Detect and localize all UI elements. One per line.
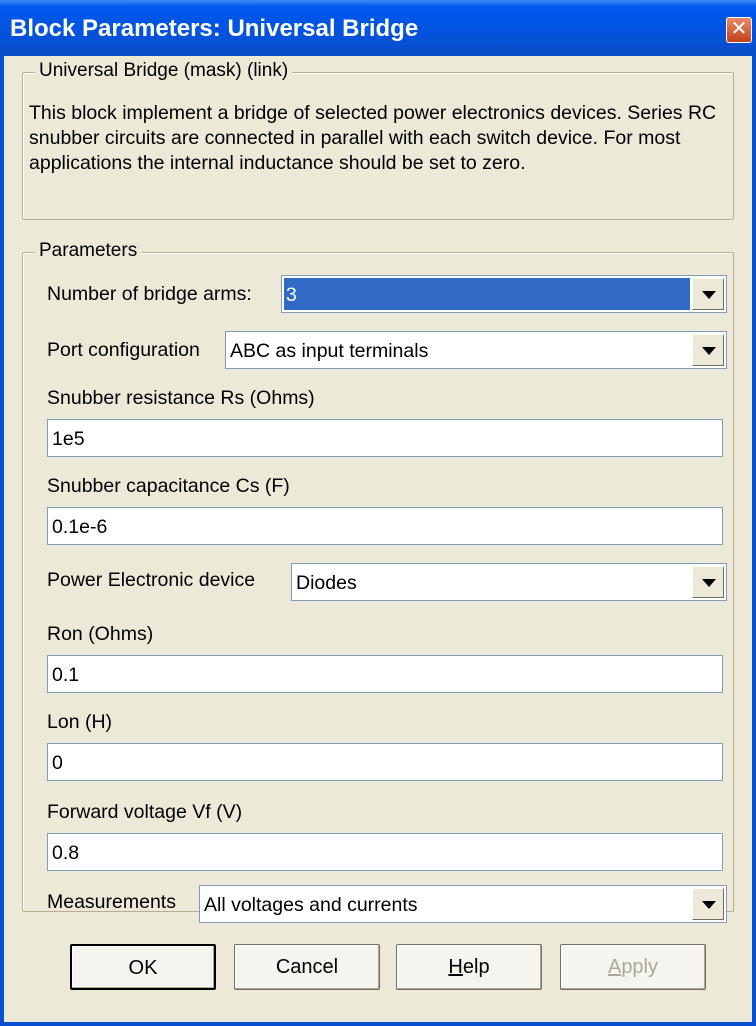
chevron-down-icon[interactable] bbox=[692, 566, 724, 598]
device-label: Power Electronic device bbox=[47, 569, 256, 591]
apply-mnemonic: A bbox=[607, 956, 622, 978]
forward-voltage-input[interactable]: 0.8 bbox=[47, 833, 723, 871]
help-button[interactable]: Help bbox=[396, 944, 542, 990]
snubber-resistance-input[interactable]: 1e5 bbox=[47, 419, 723, 457]
forward-voltage-label: Forward voltage Vf (V) bbox=[47, 801, 243, 823]
ron-label: Ron (Ohms) bbox=[47, 623, 154, 645]
window-title: Block Parameters: Universal Bridge bbox=[10, 15, 419, 42]
apply-label-rest: pply bbox=[621, 956, 659, 978]
lon-input[interactable]: 0 bbox=[47, 743, 723, 781]
chevron-down-icon[interactable] bbox=[692, 888, 724, 920]
selection-highlight bbox=[284, 278, 690, 310]
description-text: This block implement a bridge of selecte… bbox=[29, 102, 717, 174]
description-legend: Universal Bridge (mask) (link) bbox=[35, 60, 293, 82]
parameters-group: Parameters Number of bridge arms: 3 Port… bbox=[22, 240, 734, 923]
bridge-arms-select[interactable]: 3 bbox=[281, 275, 727, 313]
device-select[interactable]: Diodes bbox=[291, 563, 727, 601]
port-config-label: Port configuration bbox=[47, 339, 200, 361]
help-mnemonic: H bbox=[448, 956, 463, 978]
bridge-arms-label: Number of bridge arms: bbox=[47, 283, 252, 305]
lon-label: Lon (H) bbox=[47, 711, 113, 733]
apply-button[interactable]: Apply bbox=[560, 944, 706, 990]
chevron-down-icon[interactable] bbox=[692, 278, 724, 310]
ok-button[interactable]: OK bbox=[70, 944, 216, 990]
measurements-value: All voltages and currents bbox=[204, 894, 418, 916]
cancel-button[interactable]: Cancel bbox=[234, 944, 380, 990]
chevron-down-icon[interactable] bbox=[692, 334, 724, 366]
device-value: Diodes bbox=[296, 572, 357, 594]
port-config-value: ABC as input terminals bbox=[230, 340, 429, 362]
close-icon[interactable]: ✕ bbox=[726, 17, 752, 43]
title-bar[interactable]: Block Parameters: Universal Bridge ✕ bbox=[0, 0, 756, 56]
port-config-select[interactable]: ABC as input terminals bbox=[225, 331, 727, 369]
description-group: Universal Bridge (mask) (link) This bloc… bbox=[22, 60, 734, 220]
measurements-label: Measurements bbox=[47, 891, 176, 913]
ron-input[interactable]: 0.1 bbox=[47, 655, 723, 693]
bridge-arms-value: 3 bbox=[286, 284, 297, 306]
measurements-select[interactable]: All voltages and currents bbox=[199, 885, 727, 923]
parameters-legend: Parameters bbox=[35, 240, 142, 262]
dialog-window: Block Parameters: Universal Bridge ✕ Uni… bbox=[0, 0, 756, 1026]
snubber-resistance-label: Snubber resistance Rs (Ohms) bbox=[47, 387, 315, 409]
snubber-capacitance-label: Snubber capacitance Cs (F) bbox=[47, 475, 290, 497]
help-label-rest: elp bbox=[462, 956, 490, 978]
snubber-capacitance-input[interactable]: 0.1e-6 bbox=[47, 507, 723, 545]
